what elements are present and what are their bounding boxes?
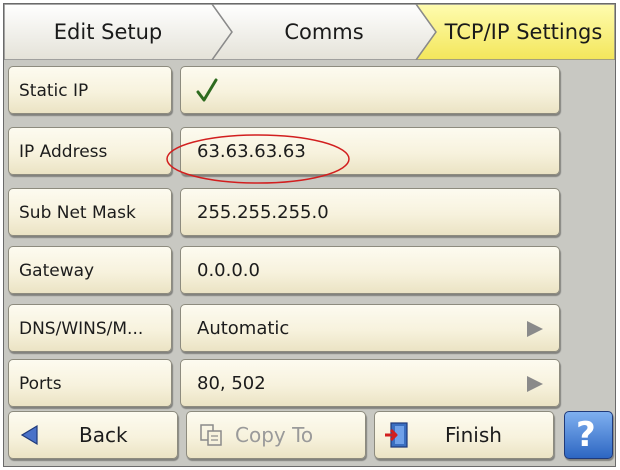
ip-address-label: IP Address — [19, 142, 108, 162]
arrow-right-icon — [527, 376, 543, 392]
back-button[interactable]: Back — [8, 411, 178, 459]
row-subnet-mask: Sub Net Mask 255.255.255.0 — [8, 188, 563, 240]
copy-to-label: Copy To — [235, 423, 314, 447]
static-ip-label: Static IP — [19, 81, 89, 101]
subnet-mask-label-button[interactable]: Sub Net Mask — [8, 188, 172, 236]
row-dns-wins: DNS/WINS/M... Automatic — [8, 304, 563, 356]
ip-address-value: 63.63.63.63 — [197, 141, 306, 162]
ports-label: Ports — [19, 374, 62, 394]
row-gateway: Gateway 0.0.0.0 — [8, 246, 563, 298]
static-ip-label-button[interactable]: Static IP — [8, 66, 172, 114]
crumb-edit-setup[interactable]: Edit Setup — [4, 4, 212, 60]
subnet-mask-label: Sub Net Mask — [19, 203, 136, 223]
gateway-label-button[interactable]: Gateway — [8, 246, 172, 294]
copy-to-button[interactable]: Copy To — [186, 411, 366, 459]
ports-label-button[interactable]: Ports — [8, 359, 172, 407]
finish-door-icon — [385, 422, 408, 448]
screen: Edit Setup Comms TCP/IP Settings Static … — [3, 3, 616, 467]
back-label: Back — [79, 423, 128, 447]
ports-value-button[interactable]: 80, 502 — [180, 359, 560, 407]
finish-button[interactable]: Finish — [374, 411, 554, 459]
checkmark-icon — [196, 78, 218, 102]
dns-wins-value: Automatic — [197, 318, 290, 339]
help-button[interactable]: ? — [564, 411, 613, 459]
dns-wins-value-button[interactable]: Automatic — [180, 304, 560, 352]
finish-label: Finish — [445, 423, 502, 447]
breadcrumb: Edit Setup Comms TCP/IP Settings — [4, 4, 615, 60]
row-static-ip: Static IP — [8, 66, 563, 118]
row-ip-address: IP Address 63.63.63.63 — [8, 127, 563, 179]
help-icon: ? — [576, 415, 596, 455]
dns-wins-label: DNS/WINS/M... — [19, 319, 144, 339]
back-arrow-icon — [20, 424, 38, 446]
dns-wins-label-button[interactable]: DNS/WINS/M... — [8, 304, 172, 352]
ip-address-label-button[interactable]: IP Address — [8, 127, 172, 175]
subnet-mask-value-button[interactable]: 255.255.255.0 — [180, 188, 560, 236]
row-ports: Ports 80, 502 — [8, 359, 563, 411]
copy-icon — [200, 424, 222, 446]
subnet-mask-value: 255.255.255.0 — [197, 202, 329, 223]
gateway-label: Gateway — [19, 261, 95, 281]
gateway-value: 0.0.0.0 — [197, 260, 260, 281]
arrow-right-icon — [527, 321, 543, 337]
static-ip-value-button[interactable] — [180, 66, 560, 114]
ports-value: 80, 502 — [197, 373, 266, 394]
crumb-tcpip-settings[interactable]: TCP/IP Settings — [432, 4, 615, 60]
ip-address-value-button[interactable]: 63.63.63.63 — [180, 127, 560, 175]
gateway-value-button[interactable]: 0.0.0.0 — [180, 246, 560, 294]
crumb-comms[interactable]: Comms — [226, 4, 422, 60]
